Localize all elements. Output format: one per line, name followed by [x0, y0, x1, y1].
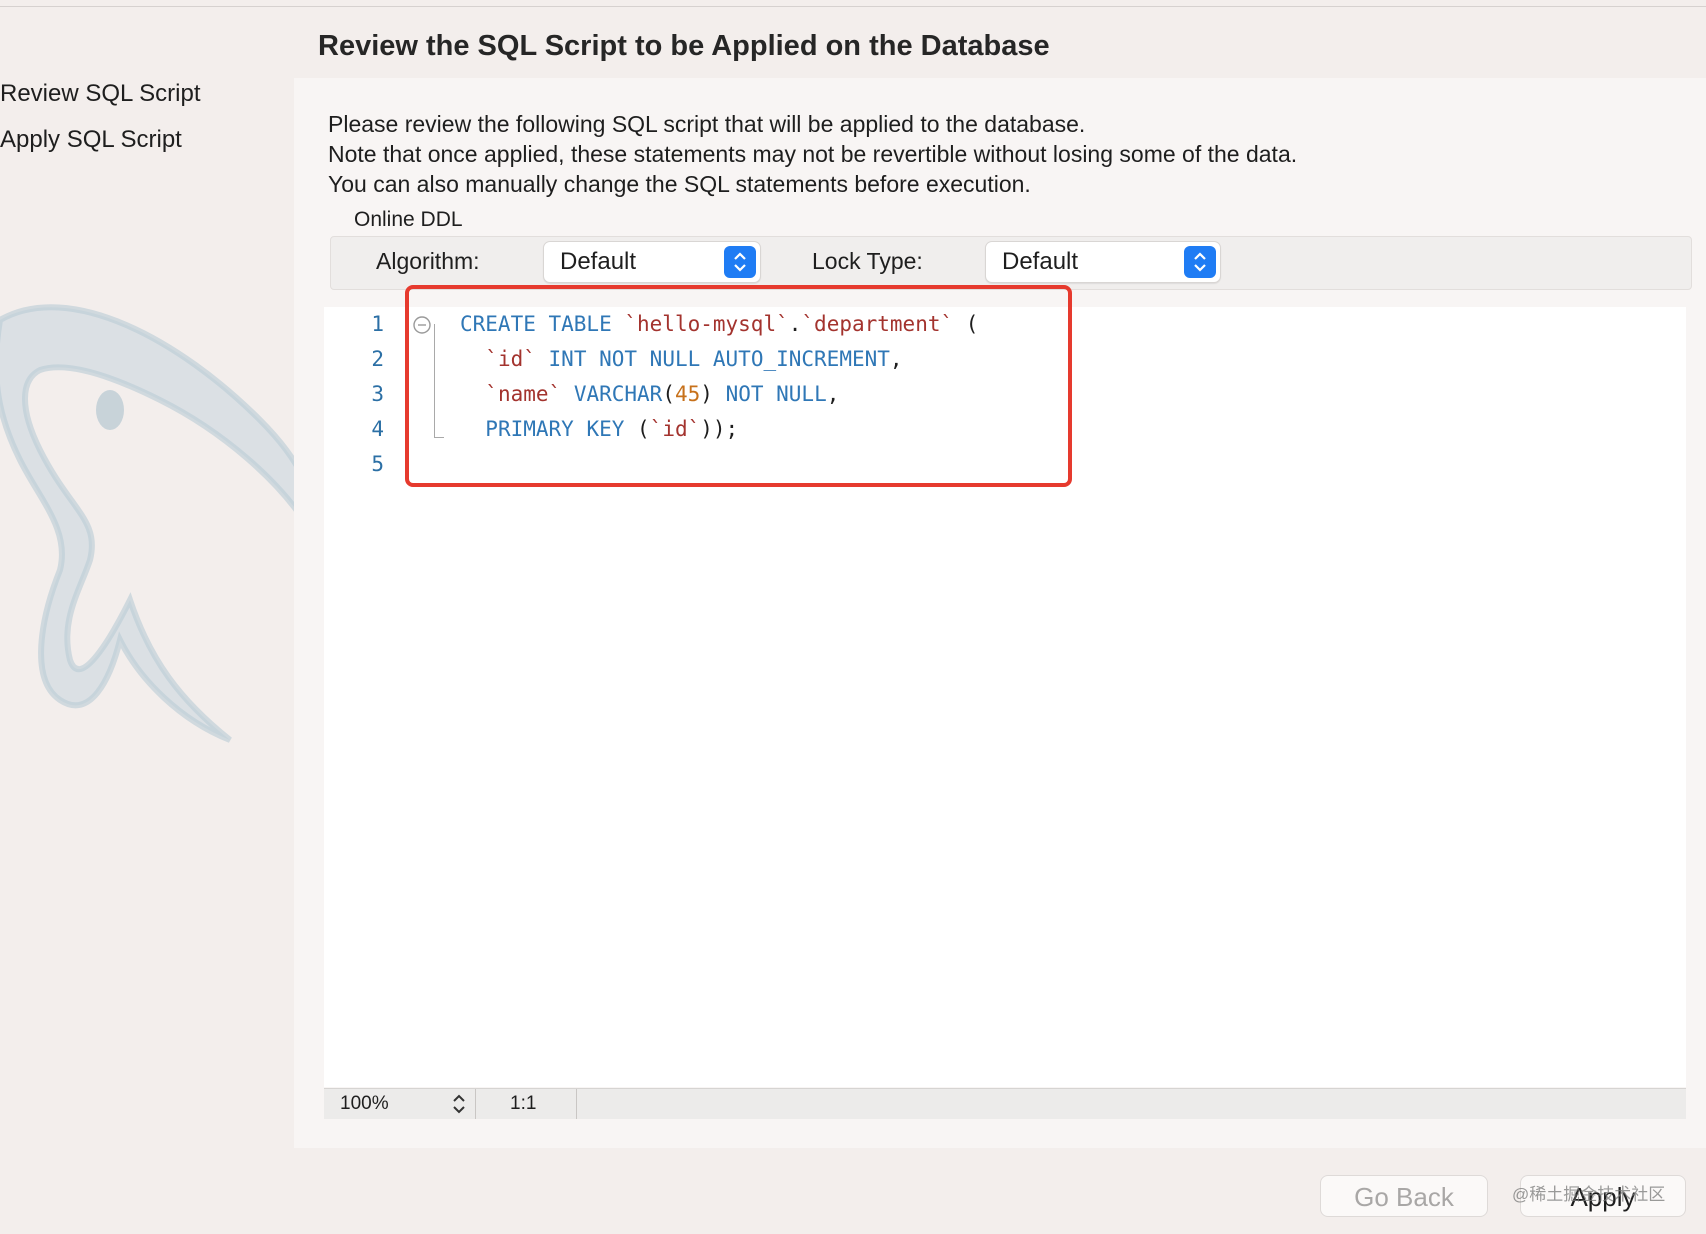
line-number: 3 [371, 382, 384, 406]
top-divider [0, 6, 1706, 7]
online-ddl-title: Online DDL [354, 208, 463, 231]
algorithm-label: Algorithm: [376, 248, 480, 274]
description-line-2: Note that once applied, these statements… [328, 141, 1298, 167]
zoom-stepper-icon[interactable] [450, 1092, 468, 1116]
go-back-button[interactable]: Go Back [1320, 1175, 1488, 1217]
step-apply-sql-script: Apply SQL Script [0, 126, 182, 153]
cursor-position: 1:1 [510, 1093, 537, 1114]
description-line-3: You can also manually change the SQL sta… [328, 171, 1031, 197]
zoom-level: 100% [340, 1093, 389, 1114]
watermark-text: @稀土掘金技术社区 [1512, 1185, 1666, 1204]
line-number: 5 [371, 452, 384, 476]
select-arrows-icon [1184, 246, 1216, 278]
algorithm-select-value: Default [560, 248, 637, 275]
algorithm-select[interactable]: Default [543, 241, 761, 283]
page-title: Review the SQL Script to be Applied on t… [318, 30, 1050, 62]
line-number: 1 [371, 312, 384, 336]
lock-type-label: Lock Type: [812, 248, 923, 274]
select-arrows-icon [724, 246, 756, 278]
highlight-annotation-box [405, 285, 1072, 487]
lock-type-select[interactable]: Default [985, 241, 1221, 283]
line-number: 4 [371, 417, 384, 441]
description-line-1: Please review the following SQL script t… [328, 111, 1086, 137]
status-separator [576, 1089, 577, 1119]
editor-status-bar: 100% 1:1 [324, 1088, 1686, 1119]
lock-type-select-value: Default [1002, 248, 1079, 275]
status-separator [475, 1089, 476, 1119]
line-number: 2 [371, 347, 384, 371]
mysql-dolphin-logo [0, 304, 316, 743]
step-review-sql-script: Review SQL Script [0, 80, 201, 107]
